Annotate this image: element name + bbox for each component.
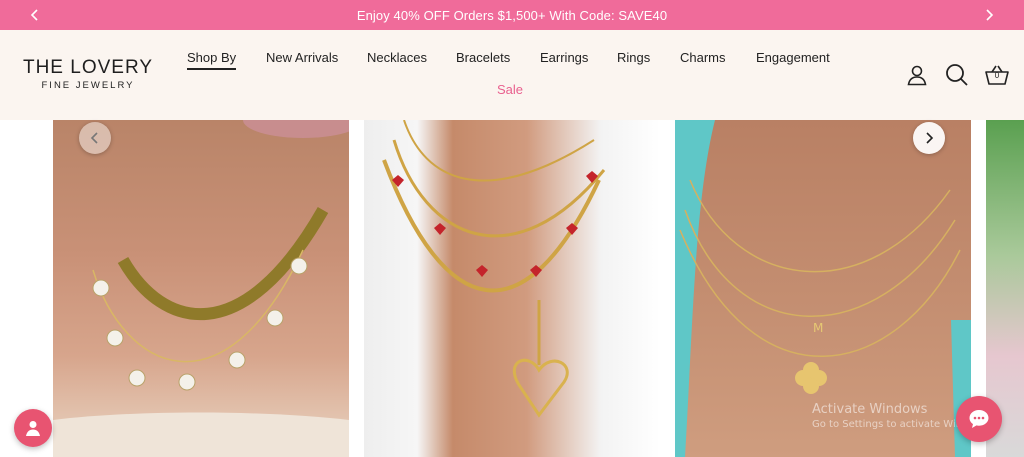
- cart-count: 0: [994, 71, 1000, 80]
- nav-engagement[interactable]: Engagement: [756, 50, 830, 65]
- necklace-photo: [382, 120, 606, 418]
- nav-shop-by[interactable]: Shop By: [187, 50, 237, 70]
- promo-prev-button[interactable]: [20, 0, 50, 30]
- nav-earrings[interactable]: Earrings: [540, 50, 588, 65]
- chevron-left-icon: [90, 132, 98, 144]
- chat-icon: [969, 410, 989, 428]
- user-icon: [26, 421, 40, 436]
- promo-next-button[interactable]: [974, 0, 1004, 30]
- product-image-1[interactable]: [53, 120, 349, 457]
- user-icon: [907, 65, 927, 86]
- product-image-2[interactable]: [364, 120, 660, 457]
- chevron-left-icon: [30, 9, 38, 21]
- search-icon: [946, 64, 968, 86]
- nav-sale[interactable]: Sale: [497, 82, 523, 97]
- brand-logo[interactable]: THE LOVERY FINE JEWELRY: [22, 57, 154, 92]
- chevron-right-icon: [926, 132, 934, 144]
- nav-necklaces[interactable]: Necklaces: [367, 50, 427, 65]
- nav-rings[interactable]: Rings: [617, 50, 650, 65]
- account-float-button[interactable]: [14, 409, 52, 447]
- svg-text:M: M: [813, 321, 823, 335]
- brand-name: THE LOVERY: [22, 57, 154, 78]
- cart-button[interactable]: 0: [984, 62, 1010, 88]
- brand-tagline: FINE JEWELRY: [41, 80, 135, 91]
- site-header: THE LOVERY FINE JEWELRY Shop By New Arri…: [0, 30, 1024, 120]
- nav-new-arrivals[interactable]: New Arrivals: [266, 50, 338, 65]
- chat-button[interactable]: [956, 396, 1002, 442]
- header-actions: 0: [904, 62, 1010, 88]
- promo-text[interactable]: Enjoy 40% OFF Orders $1,500+ With Code: …: [357, 8, 667, 23]
- chevron-right-icon: [986, 9, 994, 21]
- promo-bar: Enjoy 40% OFF Orders $1,500+ With Code: …: [0, 0, 1024, 30]
- account-button[interactable]: [904, 62, 930, 88]
- nav-charms[interactable]: Charms: [680, 50, 726, 65]
- search-button[interactable]: [944, 62, 970, 88]
- necklace-photo: [53, 120, 349, 457]
- carousel-prev-button[interactable]: [79, 122, 111, 154]
- carousel-next-button[interactable]: [913, 122, 945, 154]
- nav-bracelets[interactable]: Bracelets: [456, 50, 510, 65]
